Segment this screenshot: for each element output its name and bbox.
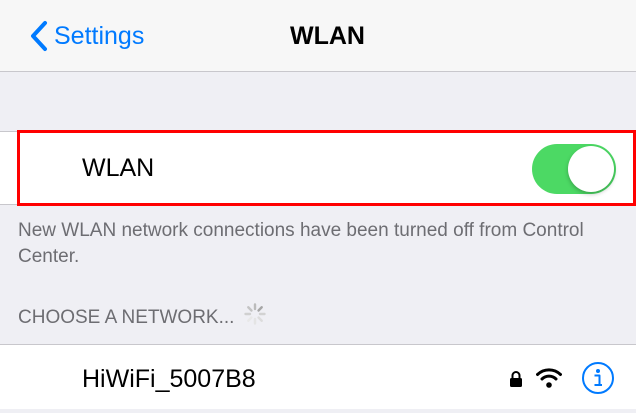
toggle-knob xyxy=(568,146,614,192)
chevron-left-icon xyxy=(30,20,48,52)
choose-network-header: CHOOSE A NETWORK... xyxy=(18,303,267,333)
spinner-icon xyxy=(244,303,267,333)
page-title: WLAN xyxy=(290,22,365,50)
wlan-toggle[interactable] xyxy=(532,144,616,194)
wifi-icon xyxy=(536,367,562,394)
network-row[interactable]: HiWiFi_5007B8 xyxy=(0,344,636,409)
lock-icon xyxy=(509,370,523,393)
top-spacer xyxy=(0,72,636,130)
back-button-label: Settings xyxy=(54,22,145,50)
network-name: HiWiFi_5007B8 xyxy=(82,365,256,393)
navigation-bar: Settings WLAN xyxy=(0,0,636,72)
choose-network-label: CHOOSE A NETWORK... xyxy=(18,307,235,328)
back-button[interactable]: Settings xyxy=(30,18,144,54)
wlan-toggle-row: WLAN xyxy=(0,131,636,205)
wlan-footnote: New WLAN network connections have been t… xyxy=(18,220,584,267)
wlan-label: WLAN xyxy=(82,154,155,182)
info-icon[interactable] xyxy=(581,361,615,395)
